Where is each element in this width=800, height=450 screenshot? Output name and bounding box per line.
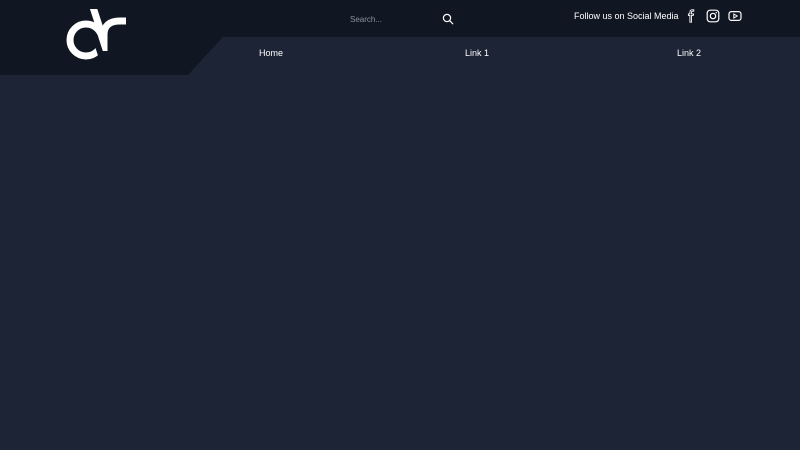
instagram-icon[interactable] <box>706 9 720 23</box>
youtube-icon[interactable] <box>728 9 742 23</box>
nav-link-1[interactable]: Link 1 <box>465 48 489 58</box>
social-label: Follow us on Social Media <box>574 11 679 21</box>
nav-link-home[interactable]: Home <box>259 48 283 58</box>
search-box[interactable] <box>342 8 464 30</box>
page: Follow us on Social Media Home Link 1 Li… <box>0 0 800 450</box>
facebook-icon[interactable] <box>684 9 698 23</box>
logo-icon[interactable] <box>64 9 128 65</box>
nav-link-2[interactable]: Link 2 <box>677 48 701 58</box>
search-input[interactable] <box>342 9 446 29</box>
search-icon[interactable] <box>442 13 454 25</box>
logo-panel <box>0 0 222 75</box>
